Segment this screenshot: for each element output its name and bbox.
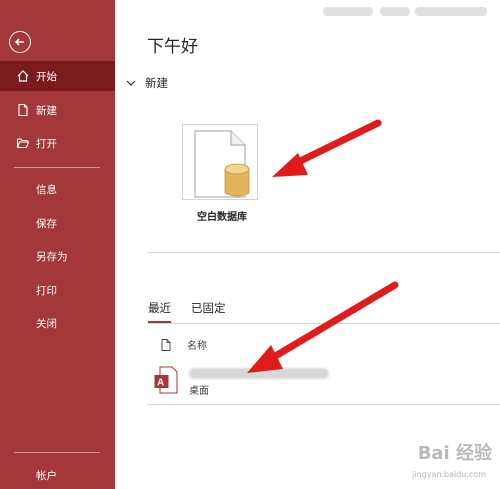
sidebar-item-close[interactable]: 关闭: [0, 308, 115, 338]
file-path: 桌面: [189, 386, 209, 397]
title-bar-blurred: [415, 7, 487, 16]
sidebar-item-label: 另存为: [36, 250, 68, 263]
tab-recent[interactable]: 最近: [148, 300, 171, 323]
sidebar-item-home[interactable]: 开始: [0, 61, 115, 91]
back-arrow-icon: [14, 38, 24, 46]
sidebar-item-label: 打印: [36, 284, 57, 297]
new-document-icon: [16, 103, 30, 117]
sidebar-item-label: 打开: [36, 137, 57, 150]
sidebar-item-label: 新建: [36, 104, 57, 117]
access-file-icon: A: [154, 366, 178, 394]
blank-database-template[interactable]: [182, 124, 258, 200]
back-button[interactable]: [9, 31, 31, 53]
sidebar-divider: [14, 167, 100, 168]
list-divider: [147, 404, 500, 405]
column-header-name: 名称: [187, 341, 207, 352]
folder-open-icon: [16, 136, 30, 150]
sidebar-divider: [14, 452, 100, 453]
sidebar-item-open[interactable]: 打开: [0, 128, 115, 158]
template-label: 空白数据库: [197, 212, 247, 223]
sidebar-item-account[interactable]: 帐户: [0, 460, 115, 489]
annotation-arrow-icon: [272, 119, 382, 177]
chevron-down-icon: [126, 80, 136, 86]
svg-text:A: A: [157, 378, 164, 389]
section-title: 新建: [145, 76, 168, 90]
sidebar-item-label: 关闭: [36, 317, 57, 330]
sidebar-item-new[interactable]: 新建: [0, 95, 115, 125]
sidebar-item-save-as[interactable]: 另存为: [0, 241, 115, 271]
new-section-header[interactable]: 新建: [125, 75, 168, 91]
sidebar-item-label: 保存: [36, 217, 57, 230]
file-tabs: 最近 已固定: [148, 300, 246, 323]
title-bar-blurred: [380, 7, 410, 16]
sidebar-item-save[interactable]: 保存: [0, 208, 115, 238]
sidebar-item-label: 开始: [36, 70, 57, 83]
blank-database-icon: [194, 130, 250, 198]
sidebar-item-info[interactable]: 信息: [0, 174, 115, 204]
tab-pinned[interactable]: 已固定: [191, 300, 226, 323]
annotation-arrow-icon: [247, 281, 399, 373]
watermark-brand: Bai 经验: [417, 443, 492, 464]
home-icon: [16, 69, 30, 83]
list-header[interactable]: 名称: [161, 337, 207, 352]
title-bar-blurred: [323, 7, 373, 16]
backstage-main: 下午好 新建 空白数据库 最近 已固定 名称 A 桌面: [115, 0, 500, 489]
document-icon: [161, 338, 171, 351]
page-title: 下午好: [147, 37, 198, 57]
sidebar-item-label: 帐户: [36, 469, 57, 482]
sidebar-item-label: 信息: [36, 183, 57, 196]
backstage-sidebar: 开始 新建 打开 信息 保存 另存为 打印 关闭 帐户: [0, 0, 115, 489]
sidebar-item-print[interactable]: 打印: [0, 275, 115, 305]
watermark-url: jingyan.baidu.com: [412, 470, 486, 479]
section-divider: [147, 252, 500, 253]
